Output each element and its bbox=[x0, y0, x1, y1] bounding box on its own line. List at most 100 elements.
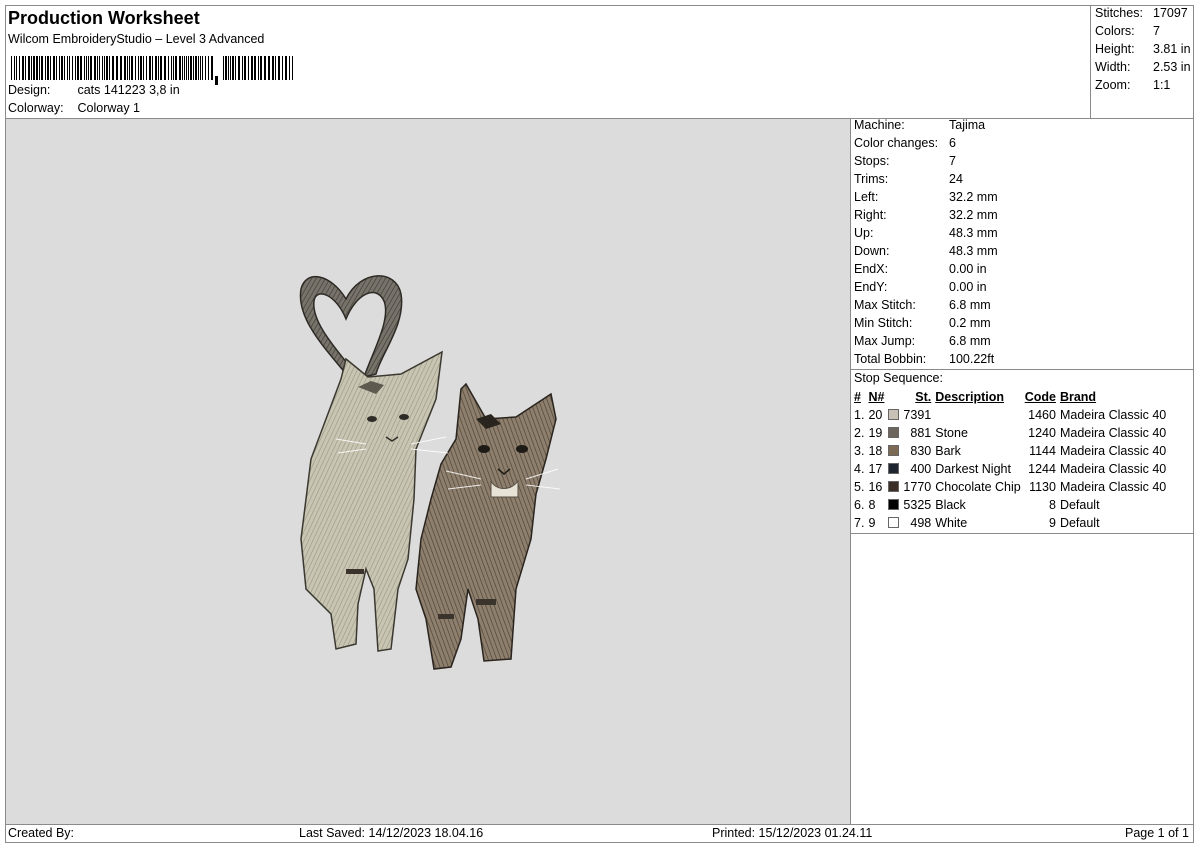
col-description: Description bbox=[935, 390, 1004, 404]
barcode bbox=[11, 56, 293, 85]
prop-min-stitch: Min Stitch: 0.2 mm bbox=[854, 316, 991, 330]
stop-swatch bbox=[886, 442, 901, 460]
design-value: cats 141223 3,8 in bbox=[77, 83, 180, 97]
prop-endy: EndY: 0.00 in bbox=[854, 280, 987, 294]
stops-divider bbox=[850, 533, 1194, 534]
stop-description: Darkest Night bbox=[935, 462, 1011, 476]
prop-max-stitch: Max Stitch: 6.8 mm bbox=[854, 298, 991, 312]
color-swatch bbox=[888, 409, 900, 420]
prop-stops: Stops: 7 bbox=[854, 154, 956, 168]
stat-label: Colors: bbox=[1095, 24, 1135, 38]
color-swatch bbox=[888, 463, 900, 474]
stop-swatch bbox=[886, 424, 901, 442]
stop-description: Bark bbox=[935, 444, 961, 458]
prop-value: Tajima bbox=[949, 118, 986, 132]
stop-num: 7. bbox=[854, 516, 865, 530]
prop-value: 6.8 mm bbox=[949, 298, 991, 312]
prop-value: 48.3 mm bbox=[949, 226, 998, 240]
prop-value: 24 bbox=[949, 172, 963, 186]
stat-value: 3.81 in bbox=[1153, 42, 1191, 56]
stop-needle: 9 bbox=[868, 516, 876, 530]
stop-needle: 20 bbox=[868, 408, 883, 422]
header: Production Worksheet Wilcom EmbroiderySt… bbox=[8, 6, 1088, 118]
stop-code: 1244 bbox=[1028, 462, 1056, 476]
prop-endx: EndX: 0.00 in bbox=[854, 262, 987, 276]
color-swatch bbox=[888, 517, 900, 528]
colorway-value: Colorway 1 bbox=[77, 101, 141, 115]
prop-label: Stops: bbox=[854, 154, 890, 168]
stop-sequence-title: Stop Sequence: bbox=[854, 371, 943, 385]
stop-swatch bbox=[886, 496, 901, 514]
stop-description: Stone bbox=[935, 426, 968, 440]
stop-needle: 16 bbox=[868, 480, 883, 494]
stop-swatch bbox=[886, 478, 901, 496]
cats-embroidery-image bbox=[299, 275, 561, 670]
stop-code: 1130 bbox=[1029, 480, 1056, 494]
footer-divider bbox=[5, 824, 1194, 825]
stop-description: Chocolate Chip bbox=[935, 480, 1021, 494]
stop-code: 9 bbox=[1049, 516, 1056, 530]
canvas-divider bbox=[850, 118, 851, 825]
right-cat-eye-right bbox=[516, 445, 528, 453]
prop-label: EndY: bbox=[854, 280, 888, 294]
stop-row: 2. 19 881 Stone 1240 Madeira Classic 40 bbox=[852, 424, 1168, 442]
col-n: N# bbox=[868, 390, 885, 404]
prop-label: Up: bbox=[854, 226, 874, 240]
prop-left: Left: 32.2 mm bbox=[854, 190, 998, 204]
stat-label: Width: bbox=[1095, 60, 1131, 74]
stop-num: 2. bbox=[854, 426, 865, 440]
prop-label: Total Bobbin: bbox=[854, 352, 927, 366]
prop-value: 0.00 in bbox=[949, 262, 987, 276]
software-subtitle: Wilcom EmbroideryStudio – Level 3 Advanc… bbox=[8, 32, 265, 46]
col-num: # bbox=[854, 390, 861, 404]
stop-code: 8 bbox=[1049, 498, 1056, 512]
stop-brand: Madeira Classic 40 bbox=[1059, 480, 1167, 494]
stop-row: 4. 17 400 Darkest Night 1244 Madeira Classic … bbox=[852, 460, 1168, 478]
stop-row: 1. 20 7391 1460 Madeira Classic 40 bbox=[852, 406, 1168, 424]
footer-page-number: Page 1 of 1 bbox=[1125, 826, 1189, 840]
prop-right: Right: 32.2 mm bbox=[854, 208, 998, 222]
left-cat-eye-right bbox=[399, 414, 409, 420]
prop-value: 6.8 mm bbox=[949, 334, 991, 348]
prop-label: Left: bbox=[854, 190, 879, 204]
prop-max-jump: Max Jump: 6.8 mm bbox=[854, 334, 991, 348]
stop-description: White bbox=[935, 516, 968, 530]
stop-stitches: 498 bbox=[910, 516, 932, 530]
stat-value: 7 bbox=[1153, 24, 1160, 38]
stop-code: 1144 bbox=[1029, 444, 1056, 458]
stop-brand: Madeira Classic 40 bbox=[1059, 444, 1167, 458]
stop-num: 3. bbox=[854, 444, 865, 458]
color-swatch bbox=[888, 427, 900, 438]
prop-label: Right: bbox=[854, 208, 887, 222]
stop-row: 7. 9 498 White 9 Default bbox=[852, 514, 1168, 532]
design-label: Design: bbox=[8, 83, 51, 97]
stat-value: 17097 bbox=[1153, 6, 1188, 20]
stop-brand: Madeira Classic 40 bbox=[1059, 408, 1167, 422]
design-preview bbox=[6, 119, 850, 824]
prop-value: 7 bbox=[949, 154, 956, 168]
stat-stitches: Stitches: 17097 bbox=[1095, 6, 1188, 20]
stop-num: 6. bbox=[854, 498, 865, 512]
stop-stitches: 830 bbox=[910, 444, 932, 458]
col-swatch bbox=[886, 388, 901, 406]
stop-swatch bbox=[886, 460, 901, 478]
stop-brand: Default bbox=[1059, 498, 1100, 512]
left-cat-eye-left bbox=[367, 416, 377, 422]
stop-code: 1240 bbox=[1028, 426, 1056, 440]
prop-label: Max Stitch: bbox=[854, 298, 916, 312]
stop-num: 5. bbox=[854, 480, 865, 494]
stop-num: 1. bbox=[854, 408, 865, 422]
color-swatch bbox=[888, 481, 900, 492]
stop-brand: Madeira Classic 40 bbox=[1059, 462, 1167, 476]
prop-label: Min Stitch: bbox=[854, 316, 913, 330]
stat-label: Height: bbox=[1095, 42, 1135, 56]
prop-value: 32.2 mm bbox=[949, 208, 998, 222]
footer-printed: Printed: 15/12/2023 01.24.11 bbox=[712, 826, 873, 840]
stats-panel: Stitches: 17097 Colors: 7 Height: 3.81 in W… bbox=[1090, 5, 1194, 118]
prop-label: Max Jump: bbox=[854, 334, 916, 348]
stop-brand: Default bbox=[1059, 516, 1100, 530]
stat-width: Width: 2.53 in bbox=[1095, 60, 1191, 74]
prop-up: Up: 48.3 mm bbox=[854, 226, 998, 240]
prop-machine: Machine: Tajima bbox=[854, 118, 985, 132]
stat-colors: Colors: 7 bbox=[1095, 24, 1160, 38]
